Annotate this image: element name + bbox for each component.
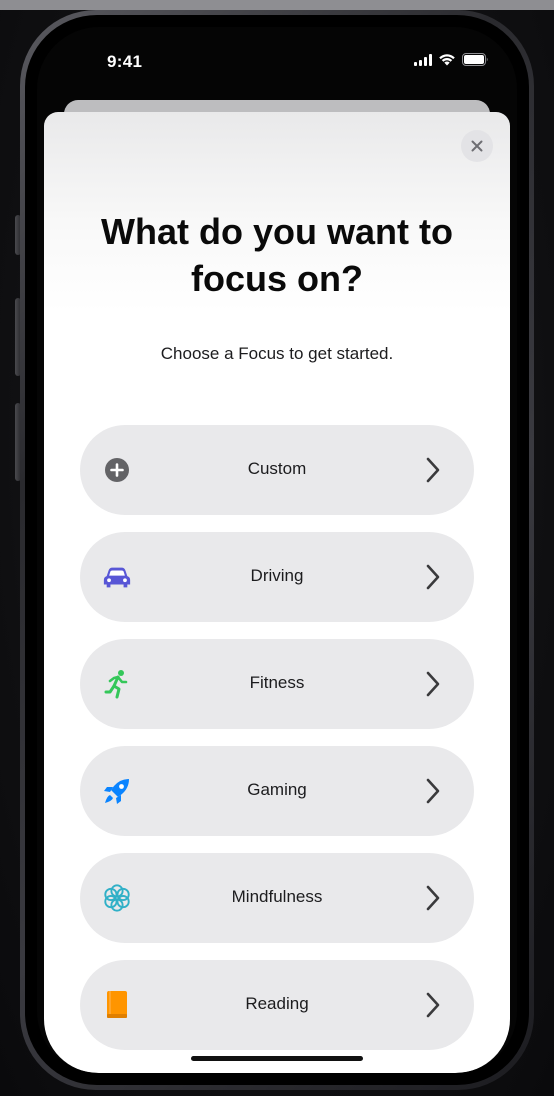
focus-option-driving[interactable]: Driving <box>80 532 474 622</box>
page-title: What do you want to focus on? <box>101 211 453 299</box>
focus-option-label: Reading <box>245 994 309 1013</box>
status-time: 9:41 <box>107 52 143 71</box>
focus-option-label: Driving <box>250 566 304 585</box>
focus-option-label: Gaming <box>247 780 307 799</box>
chevron-right-icon <box>426 564 440 590</box>
chevron-right-icon <box>426 457 440 483</box>
focus-option-label: Custom <box>247 459 307 478</box>
top-edge-strip <box>0 0 554 10</box>
wifi-icon <box>438 53 456 66</box>
page-subtitle: Choose a Focus to get started. <box>160 344 394 363</box>
phone-frame: 9:41 What do you want to focus on? Choos… <box>20 10 534 1090</box>
status-icons <box>414 53 489 66</box>
focus-option-gaming[interactable]: Gaming <box>80 746 474 836</box>
focus-option-label: Mindfulness <box>231 887 323 906</box>
chevron-right-icon <box>426 778 440 804</box>
battery-icon <box>462 53 489 66</box>
chevron-right-icon <box>426 671 440 697</box>
phone-screen: 9:41 What do you want to focus on? Choos… <box>37 27 517 1073</box>
stage-background: 9:41 What do you want to focus on? Choos… <box>0 0 554 1096</box>
focus-setup-sheet: What do you want to focus on? Choose a F… <box>44 112 510 1073</box>
focus-option-fitness[interactable]: Fitness <box>80 639 474 729</box>
chevron-right-icon <box>426 992 440 1018</box>
close-icon <box>471 140 483 152</box>
focus-option-label: Fitness <box>249 673 305 692</box>
phone-bezel: 9:41 What do you want to focus on? Choos… <box>25 15 529 1085</box>
focus-options-list: Custom Driving Fitness Gaming Mindfulnes… <box>80 425 474 1067</box>
focus-option-mindfulness[interactable]: Mindfulness <box>80 853 474 943</box>
close-button[interactable] <box>461 130 493 162</box>
focus-option-custom[interactable]: Custom <box>80 425 474 515</box>
cellular-signal-icon <box>414 54 432 66</box>
chevron-right-icon <box>426 885 440 911</box>
focus-option-reading[interactable]: Reading <box>80 960 474 1050</box>
home-indicator[interactable] <box>191 1056 363 1061</box>
